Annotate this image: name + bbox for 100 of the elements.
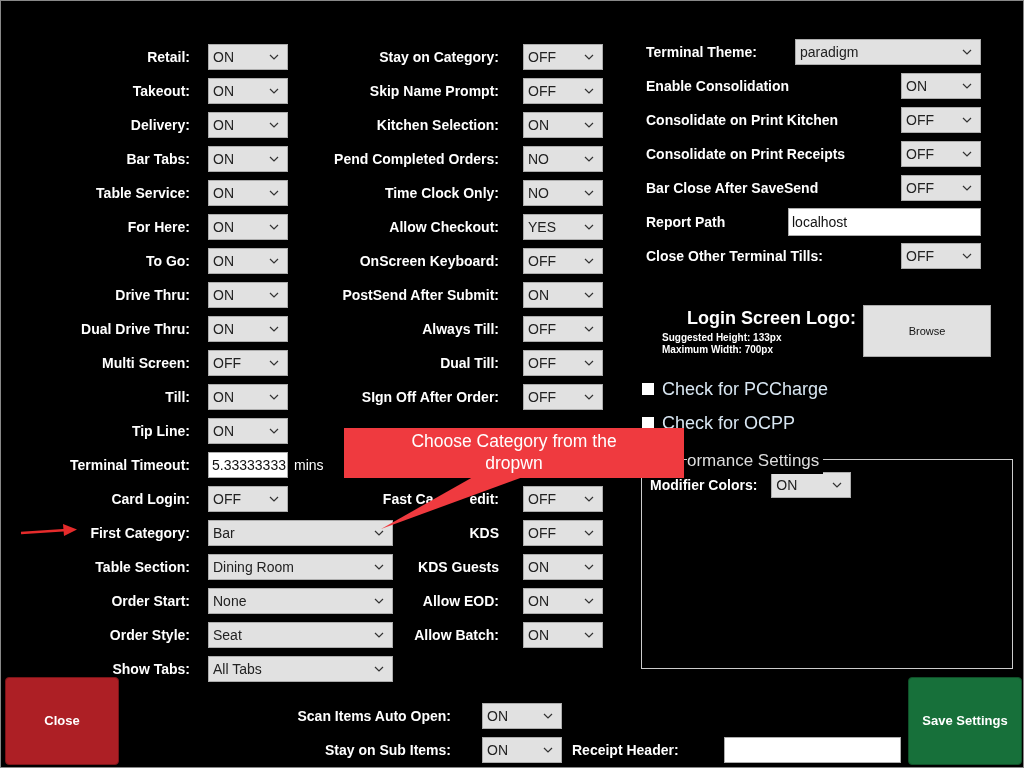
chevron-down-icon — [269, 156, 279, 162]
field-label: Tip Line: — [131, 421, 190, 441]
dropdown[interactable]: ON — [208, 146, 288, 172]
dropdown[interactable]: OFF — [901, 107, 981, 133]
browse-button[interactable]: Browse — [863, 305, 991, 357]
chevron-down-icon — [584, 326, 594, 332]
field-label: Consolidate on Print Kitchen — [646, 110, 839, 130]
chevron-down-icon — [543, 747, 553, 753]
dropdown[interactable]: ON — [523, 112, 603, 138]
dropdown[interactable]: OFF — [523, 248, 603, 274]
field-label: Takeout: — [132, 81, 190, 101]
chevron-down-icon — [962, 151, 972, 157]
dropdown[interactable]: OFF — [208, 486, 288, 512]
dropdown[interactable]: OFF — [901, 141, 981, 167]
dropdown[interactable]: ON — [901, 73, 981, 99]
dropdown[interactable]: NO — [523, 146, 603, 172]
field-label: Dual Drive Thru: — [81, 319, 190, 339]
chevron-down-icon — [374, 632, 384, 638]
dropdown[interactable]: ON — [482, 737, 562, 763]
field-label: Show Tabs: — [112, 659, 190, 679]
field-label: Terminal Timeout: — [69, 455, 190, 475]
dropdown[interactable]: ON — [523, 554, 603, 580]
text-field[interactable]: 5.33333333 — [208, 452, 288, 478]
callout-text: Choose Category from the dropwn — [410, 430, 618, 474]
dropdown[interactable]: ON — [482, 703, 562, 729]
dropdown[interactable]: ON — [523, 282, 603, 308]
field-label: For Here: — [127, 217, 190, 237]
chevron-down-icon — [584, 156, 594, 162]
save-settings-button[interactable]: Save Settings — [908, 677, 1022, 765]
dropdown[interactable]: All Tabs — [208, 656, 393, 682]
hint-text: Suggested Height: 133px — [662, 332, 783, 344]
field-label: Consolidate on Print Receipts — [646, 144, 846, 164]
dropdown[interactable]: ON — [208, 316, 288, 342]
field-label: Table Section: — [95, 557, 190, 577]
dropdown[interactable]: ON — [208, 180, 288, 206]
dropdown[interactable]: OFF — [523, 350, 603, 376]
chevron-down-icon — [269, 190, 279, 196]
chevron-down-icon — [584, 564, 594, 570]
chevron-down-icon — [584, 632, 594, 638]
field-label: Delivery: — [130, 115, 190, 135]
dropdown[interactable]: OFF — [523, 44, 603, 70]
dropdown[interactable]: Seat — [208, 622, 393, 648]
dropdown[interactable]: ON — [208, 112, 288, 138]
dropdown[interactable]: ON — [771, 472, 852, 498]
chevron-down-icon — [584, 54, 594, 60]
dropdown[interactable]: YES — [523, 214, 603, 240]
dropdown[interactable]: OFF — [901, 243, 981, 269]
chevron-down-icon — [269, 224, 279, 230]
field-label: Card Login: — [111, 489, 190, 509]
field-label: edit: — [469, 489, 499, 509]
hint-text: Maximum Width: 700px — [662, 344, 775, 356]
chevron-down-icon — [584, 122, 594, 128]
field-label: Stay on Sub Items: — [324, 740, 451, 760]
dropdown[interactable]: ON — [208, 384, 288, 410]
chevron-down-icon — [269, 88, 279, 94]
text-field[interactable] — [724, 737, 901, 763]
text-field[interactable]: localhost — [788, 208, 981, 236]
field-label: Multi Screen: — [102, 353, 190, 373]
dropdown[interactable]: paradigm — [795, 39, 981, 65]
dropdown[interactable]: OFF — [523, 520, 603, 546]
dropdown[interactable]: OFF — [208, 350, 288, 376]
dropdown[interactable]: ON — [208, 214, 288, 240]
dropdown[interactable]: None — [208, 588, 393, 614]
chevron-down-icon — [584, 394, 594, 400]
field-label: SIgn Off After Order: — [361, 387, 499, 407]
dropdown[interactable]: OFF — [901, 175, 981, 201]
field-label: Enable Consolidation — [646, 76, 790, 96]
chevron-down-icon — [374, 530, 384, 536]
checkbox-label[interactable]: Check for OCPP — [662, 409, 796, 437]
field-label: First Category: — [90, 523, 190, 543]
dropdown[interactable]: ON — [208, 282, 288, 308]
field-label: Modifier Colors: — [650, 475, 758, 495]
dropdown[interactable]: OFF — [523, 486, 603, 512]
field-label: Bar Close After SaveSend — [646, 178, 819, 198]
chevron-down-icon — [962, 253, 972, 259]
dropdown[interactable]: ON — [208, 44, 288, 70]
chevron-down-icon — [584, 258, 594, 264]
dropdown[interactable]: OFF — [523, 78, 603, 104]
chevron-down-icon — [269, 54, 279, 60]
close-button[interactable]: Close — [5, 677, 119, 765]
checkbox-label[interactable]: Check for PCCharge — [662, 375, 829, 403]
field-label: Kitchen Selection: — [376, 115, 499, 135]
checkbox[interactable] — [642, 383, 654, 395]
chevron-down-icon — [584, 224, 594, 230]
dropdown[interactable]: OFF — [523, 316, 603, 342]
field-label: Order Start: — [111, 591, 190, 611]
dropdown[interactable]: ON — [208, 418, 288, 444]
unit-label: mins — [294, 455, 324, 475]
field-label: PostSend After Submit: — [342, 285, 499, 305]
dropdown[interactable]: ON — [208, 248, 288, 274]
checkbox[interactable] — [642, 417, 654, 429]
dropdown[interactable]: Bar — [208, 520, 393, 546]
dropdown[interactable]: ON — [523, 588, 603, 614]
dropdown[interactable]: OFF — [523, 384, 603, 410]
field-label: Retail: — [147, 47, 190, 67]
field-label: Login Screen Logo: — [687, 307, 856, 330]
dropdown[interactable]: Dining Room — [208, 554, 393, 580]
dropdown[interactable]: NO — [523, 180, 603, 206]
dropdown[interactable]: ON — [208, 78, 288, 104]
dropdown[interactable]: ON — [523, 622, 603, 648]
